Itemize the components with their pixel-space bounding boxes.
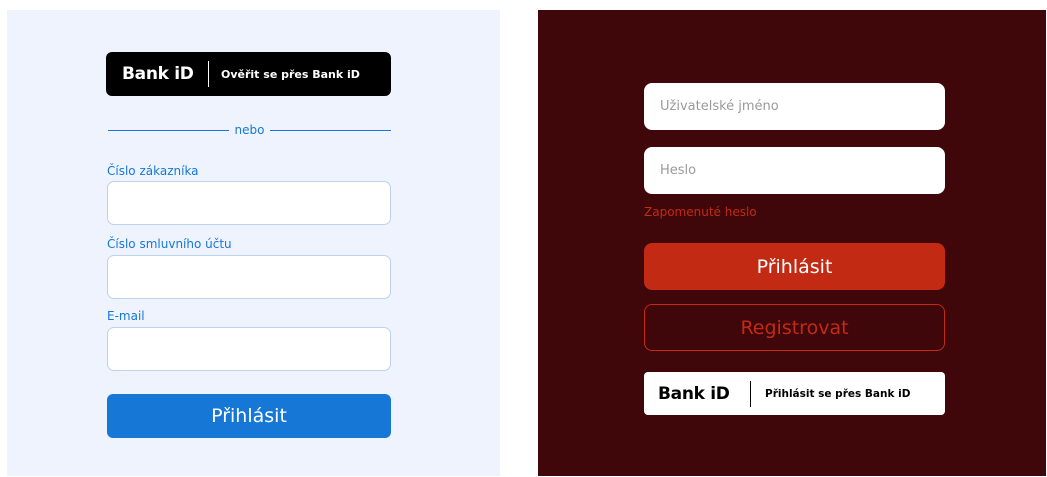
login-button[interactable]: Přihlásit	[107, 394, 391, 438]
username-input[interactable]	[644, 83, 945, 130]
customer-number-input[interactable]	[107, 181, 391, 225]
login-panel-light: Bank iD Ověřit se přes Bank iD nebo Čísl…	[7, 10, 500, 476]
bankid-verify-label: Ověřit se přes Bank iD	[221, 67, 360, 81]
login-button-dark[interactable]: Přihlásit	[644, 243, 945, 290]
customer-number-label: Číslo zákazníka	[107, 164, 199, 178]
login-panel-dark: Zapomenuté heslo Přihlásit Registrovat B…	[538, 10, 1046, 476]
register-button[interactable]: Registrovat	[644, 304, 945, 351]
password-input[interactable]	[644, 147, 945, 194]
or-separator: nebo	[108, 122, 392, 138]
bankid-logo-dark-text: Bank iD	[658, 383, 730, 404]
bankid-login-button[interactable]: Bank iD Přihlásit se přes Bank iD	[644, 372, 945, 415]
bankid-divider-light	[750, 380, 751, 407]
separator-line-right	[270, 129, 392, 131]
contract-account-input[interactable]	[107, 255, 391, 299]
separator-line-left	[108, 129, 229, 131]
or-text: nebo	[234, 123, 265, 137]
email-label: E-mail	[107, 309, 145, 323]
forgot-password-link[interactable]: Zapomenuté heslo	[644, 205, 757, 219]
bankid-verify-button[interactable]: Bank iD Ověřit se přes Bank iD	[106, 52, 391, 96]
contract-account-label: Číslo smluvního účtu	[107, 237, 232, 251]
bankid-login-label: Přihlásit se přes Bank iD	[765, 387, 911, 400]
email-input[interactable]	[107, 327, 391, 371]
bankid-logo: Bank iD	[122, 64, 194, 84]
bankid-divider	[208, 61, 209, 87]
